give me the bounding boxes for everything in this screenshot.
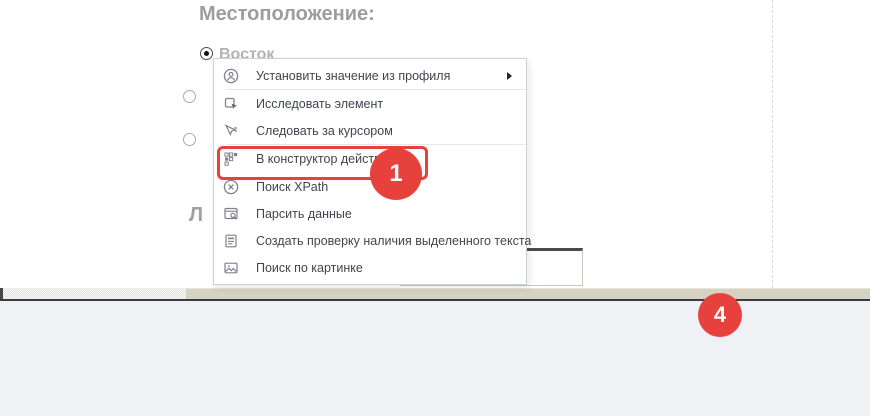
page-radio-3[interactable] xyxy=(183,133,196,146)
page-radio-2[interactable] xyxy=(183,90,196,103)
context-menu: Установить значение из профиля Исследова… xyxy=(213,58,527,285)
follow-cursor-icon xyxy=(223,123,239,139)
image-search-icon xyxy=(223,260,239,276)
submenu-arrow-icon xyxy=(507,72,512,80)
scrollbar-left-cap xyxy=(0,288,3,299)
layout-guide-line xyxy=(772,0,773,288)
menu-item-parse-data[interactable]: Парсить данные xyxy=(214,200,526,227)
menu-item-inspect-element[interactable]: Исследовать элемент xyxy=(214,90,526,117)
profile-icon xyxy=(223,68,239,84)
menu-item-search-xpath[interactable]: Поиск XPath xyxy=(214,173,526,200)
menu-item-set-value-from-profile[interactable]: Установить значение из профиля xyxy=(214,62,526,89)
parse-data-icon xyxy=(223,206,239,222)
menu-item-create-selected-text-check[interactable]: Создать проверку наличия выделенного тек… xyxy=(214,227,526,254)
page-radio-label-clipped: Восток xyxy=(219,46,274,58)
zennoposter-element-search-screen: Местоположение: Восток Л Установить знач… xyxy=(0,0,870,416)
partial-heading: Л xyxy=(189,204,203,227)
page-radio-selected[interactable] xyxy=(200,47,213,60)
inspect-element-icon xyxy=(223,96,239,112)
action-constructor-icon xyxy=(223,151,239,167)
check-selected-text-icon xyxy=(223,233,239,249)
menu-item-follow-cursor[interactable]: Следовать за курсором xyxy=(214,117,526,144)
element-search-panel: Поиск элемента Классический xPath Поиск … xyxy=(0,301,870,416)
menu-item-action-constructor[interactable]: В конструктор действий xyxy=(214,145,526,173)
location-heading: Местоположение: xyxy=(199,3,375,26)
xpath-icon xyxy=(223,179,239,195)
menu-item-search-by-image[interactable]: Поиск по картинке xyxy=(214,254,526,281)
horizontal-scrollbar-thumb[interactable] xyxy=(186,288,870,299)
